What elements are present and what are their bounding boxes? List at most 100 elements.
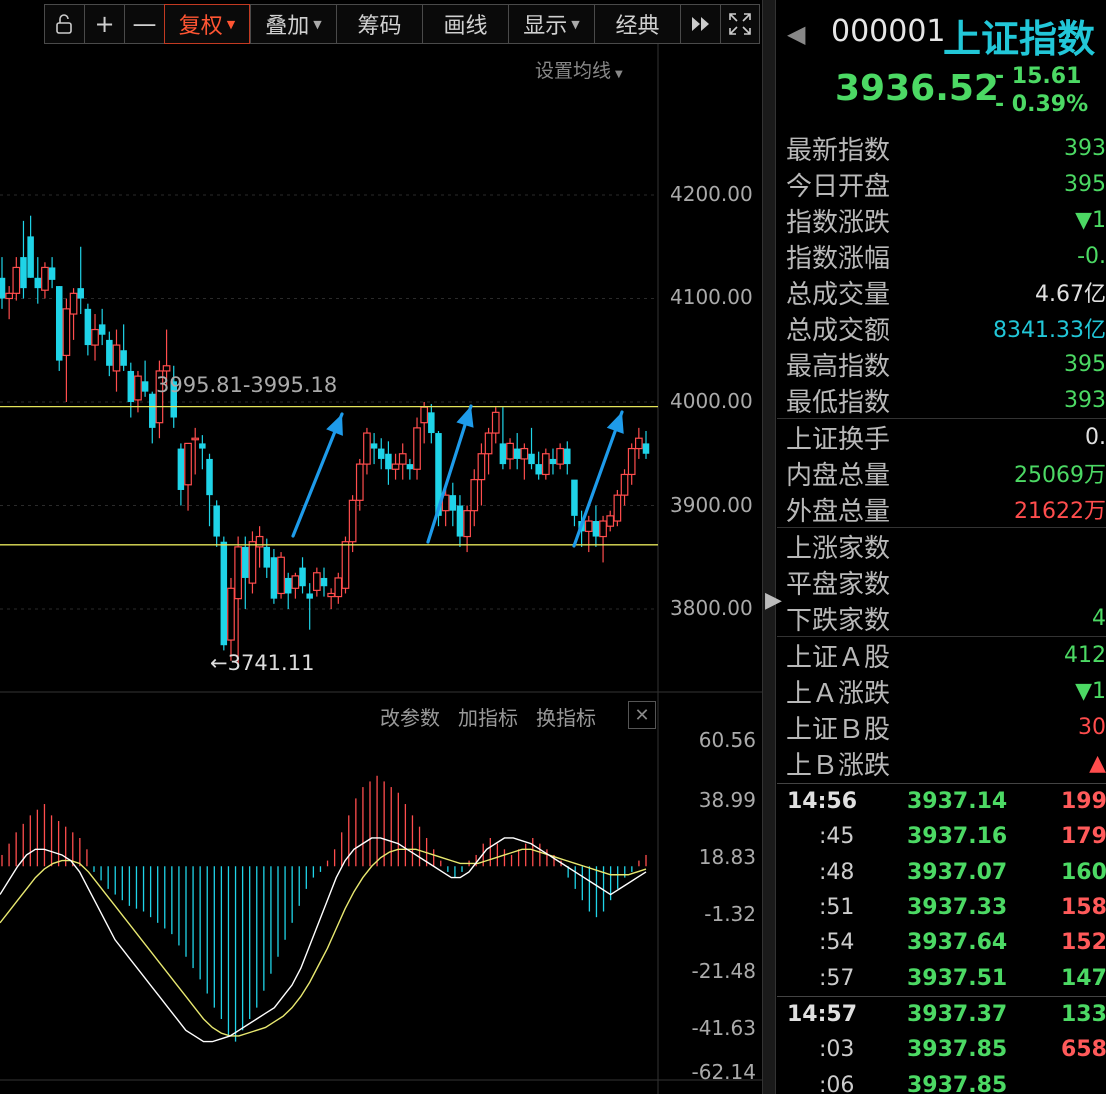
price-change: - 15.61 xyxy=(995,64,1082,89)
indicator-tick: 18.83 xyxy=(698,845,756,869)
macd-dif-line xyxy=(0,837,647,1043)
back-arrow-icon[interactable]: ◀ xyxy=(787,20,805,48)
candle-body-up xyxy=(477,453,486,481)
stat-row: 最高指数 395 xyxy=(777,346,1106,382)
candle-body-up xyxy=(5,292,14,300)
stat-label: 指数涨幅 xyxy=(786,243,891,274)
stat-label: 上涨家数 xyxy=(786,533,891,564)
candle-body-down xyxy=(141,381,149,392)
price-change-pct: - 0.39% xyxy=(995,92,1089,117)
caret-down-icon: ▼ xyxy=(571,17,580,31)
tick-time: :57 xyxy=(819,965,855,991)
stat-value: 30 xyxy=(1078,714,1106,740)
candle-body-down xyxy=(27,236,34,278)
stat-row: 上证Ａ股 412 xyxy=(777,637,1106,673)
caret-down-icon: ▼ xyxy=(615,69,623,80)
stat-row: 最新指数 393 xyxy=(777,130,1106,166)
candle-body-down xyxy=(456,505,464,537)
panel-divider[interactable] xyxy=(762,0,776,1094)
tick-time: 14:56 xyxy=(787,789,858,815)
set-ma-label: 设置均线 xyxy=(535,60,612,82)
tick-volume: 1995 xyxy=(1061,789,1106,815)
tick-volume: 1604 xyxy=(1061,859,1106,885)
indicator-tick: -41.63 xyxy=(691,1016,756,1040)
candle-body-down xyxy=(306,593,313,599)
set-ma-button[interactable]: 设置均线 ▼ xyxy=(535,56,623,83)
candle-body-up xyxy=(341,541,350,589)
current-price: 3936.52 xyxy=(835,68,999,109)
candle-body-down xyxy=(48,267,56,280)
tick-row: :54 3937.64 1525 xyxy=(777,925,1106,960)
candle-body-down xyxy=(98,324,106,335)
candle-body-up xyxy=(291,575,300,589)
candle-body-down xyxy=(299,567,306,587)
fast-forward-icon[interactable] xyxy=(680,4,720,44)
tick-time: :45 xyxy=(819,824,855,850)
edit-params-button[interactable]: 改参数 xyxy=(380,702,440,731)
tick-row: :03 3937.85 658 xyxy=(777,1032,1106,1067)
kline-chart-svg[interactable] xyxy=(0,44,762,1094)
chart-toolbar: + — 复权 ▼ 叠加 ▼ 筹码 画线 显示 ▼ 经典 xyxy=(44,4,760,44)
fuquan-button[interactable]: 复权 ▼ xyxy=(164,4,250,44)
tick-time: :48 xyxy=(819,859,855,885)
stat-label: 上证Ｂ股 xyxy=(786,714,891,745)
candle-body-down xyxy=(406,464,414,470)
quote-panel: ◀ 000001 上证指数 3936.52 - 15.61 - 0.39% 最新… xyxy=(777,0,1106,1094)
stock-name: 上证指数 xyxy=(943,17,1096,61)
stock-code: 000001 xyxy=(831,14,946,49)
tick-time: :03 xyxy=(819,1037,855,1063)
caret-down-icon: ▼ xyxy=(313,17,322,31)
candle-body-up xyxy=(541,453,550,476)
candle-body-down xyxy=(535,464,542,475)
candle-body-down xyxy=(385,453,392,470)
stat-label: 总成交量 xyxy=(786,279,891,310)
stat-label: 指数涨跌 xyxy=(786,207,891,238)
candle-body-up xyxy=(41,266,49,291)
indicator-tick: -21.48 xyxy=(691,959,756,983)
candle-body-down xyxy=(55,286,63,361)
stat-row: 总成交量 4.67亿 xyxy=(777,274,1106,310)
stat-label: 上Ａ涨跌 xyxy=(786,678,891,709)
overlay-button[interactable]: 叠加 ▼ xyxy=(250,4,336,44)
candle-body-up xyxy=(184,442,192,486)
candle-body-up xyxy=(69,292,78,315)
tick-row: 14:56 3937.14 1995 xyxy=(777,784,1106,819)
candle-body-up xyxy=(162,365,171,372)
draw-line-button[interactable]: 画线 xyxy=(422,4,508,44)
candle-body-down xyxy=(571,479,578,516)
trend-arrow-head xyxy=(456,406,474,428)
chips-button[interactable]: 筹码 xyxy=(336,4,422,44)
candle-body-down xyxy=(528,453,535,465)
zoom-in-icon[interactable]: + xyxy=(84,4,124,44)
range-annotation: 3995.81-3995.18 xyxy=(156,373,338,397)
display-button[interactable]: 显示 ▼ xyxy=(508,4,594,44)
candle-body-down xyxy=(263,546,271,568)
unlock-icon[interactable] xyxy=(44,4,84,44)
add-indicator-button[interactable]: 加指标 xyxy=(458,702,518,731)
tick-volume: 658 xyxy=(1061,1037,1106,1063)
kline-chart-area[interactable]: 设置均线 ▼ 3995.81-3995.18 ←3741.11 4200.00 4… xyxy=(0,44,762,1094)
trend-arrow-head xyxy=(606,412,624,434)
candle-body-up xyxy=(463,510,471,538)
classic-button[interactable]: 经典 xyxy=(594,4,680,44)
candle-body-down xyxy=(213,505,220,537)
candle-body-up xyxy=(112,344,121,372)
close-icon[interactable]: ✕ xyxy=(628,701,656,729)
stat-value: 412 xyxy=(1064,642,1106,668)
candle-body-up xyxy=(620,473,629,496)
stat-label: 最低指数 xyxy=(786,387,891,418)
candle-body-down xyxy=(84,308,92,346)
tick-row: :57 3937.51 1479 xyxy=(777,960,1106,995)
macd-dea-line xyxy=(0,848,647,1037)
candle-body-up xyxy=(312,572,321,591)
indicator-tick: -1.32 xyxy=(704,902,756,926)
price-tick: 4100.00 xyxy=(670,285,753,309)
switch-indicator-button[interactable]: 换指标 xyxy=(536,702,596,731)
fullscreen-icon[interactable] xyxy=(720,4,760,44)
stat-label: 最新指数 xyxy=(786,135,891,166)
tick-volume: 1798 xyxy=(1061,824,1106,850)
stat-row: 外盘总量 21622万 xyxy=(777,491,1106,527)
zoom-out-icon[interactable]: — xyxy=(124,4,164,44)
candle-body-down xyxy=(428,412,435,434)
stat-row: 上证Ｂ股 30 xyxy=(777,709,1106,745)
